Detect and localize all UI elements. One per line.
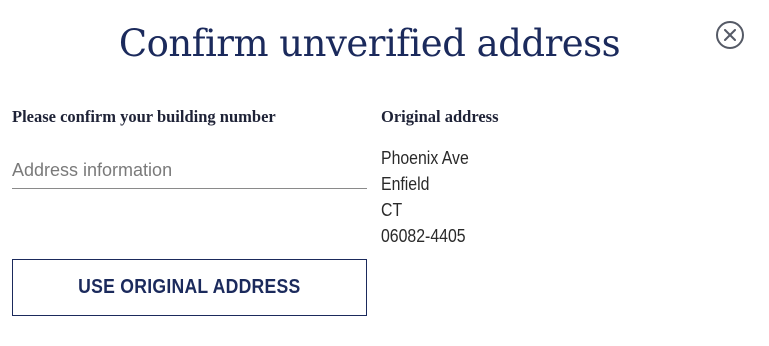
confirm-address-modal: Confirm unverified address Please confir… xyxy=(0,0,769,346)
use-original-address-label: USE ORIGINAL ADDRESS xyxy=(78,276,301,298)
building-number-label: Please confirm your building number xyxy=(12,107,276,126)
original-address-block: Phoenix Ave Enfield CT 06082-4405 xyxy=(381,145,481,249)
close-icon xyxy=(724,29,736,41)
address-street: Phoenix Ave xyxy=(381,148,469,168)
close-button[interactable] xyxy=(716,21,744,49)
modal-title: Confirm unverified address xyxy=(118,22,621,65)
address-zip: 06082-4405 xyxy=(381,226,466,246)
address-city: Enfield xyxy=(381,174,430,194)
address-information-input[interactable] xyxy=(12,153,367,189)
address-state: CT xyxy=(381,200,403,220)
use-original-address-button[interactable]: USE ORIGINAL ADDRESS xyxy=(12,259,367,316)
original-address-label: Original address xyxy=(381,107,499,126)
